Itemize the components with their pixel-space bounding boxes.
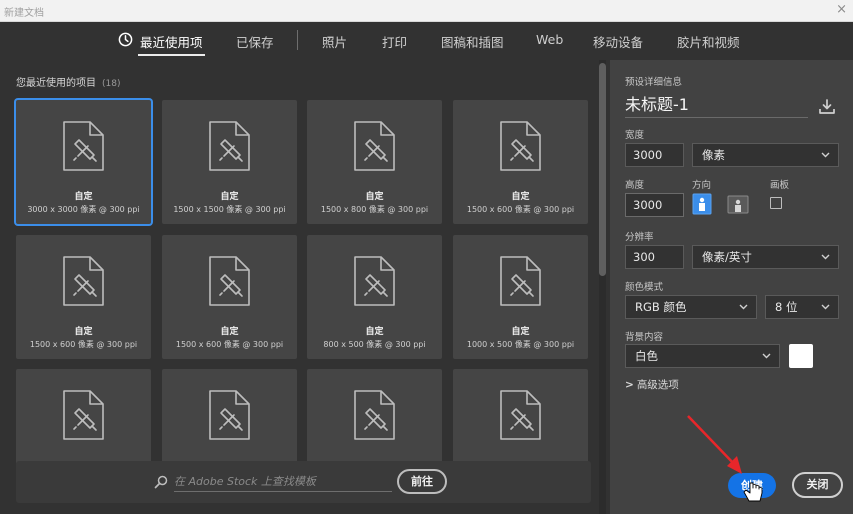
portrait-orientation-icon[interactable] (692, 193, 712, 215)
resolution-input[interactable]: 300 (625, 245, 684, 269)
chevron-down-icon (821, 304, 830, 310)
recent-item-name: 自定 (511, 327, 530, 337)
document-file-icon (209, 256, 250, 306)
create-button[interactable]: 创建 (728, 473, 776, 498)
landscape-orientation-icon[interactable] (727, 193, 749, 215)
document-file-icon (63, 256, 104, 306)
color-mode-select[interactable]: RGB 颜色 (625, 295, 757, 319)
window-close-icon[interactable]: × (836, 2, 847, 17)
document-file-icon (63, 390, 104, 440)
recent-heading: 您最近使用的项目 (18) (16, 74, 120, 89)
tab-print[interactable]: 打印 (382, 32, 407, 51)
resolution-unit-value: 像素/英寸 (702, 250, 752, 264)
recent-item-dimensions: 3000 x 3000 像素 @ 300 ppi (27, 205, 140, 214)
color-mode-label: 颜色模式 (625, 282, 664, 293)
height-label: 高度 (625, 180, 645, 191)
recent-count: (18) (102, 79, 121, 89)
tab-film-video[interactable]: 胶片和视频 (677, 32, 740, 51)
clock-icon (118, 32, 133, 47)
chevron-down-icon (739, 304, 748, 310)
preset-details-panel: 预设详细信息 未标题-1 宽度 3000 像素 高度 方向 画板 3000 分辨… (610, 60, 853, 514)
recent-item-dimensions: 1000 x 500 像素 @ 300 ppi (466, 340, 575, 349)
recent-item-name: 自定 (511, 192, 530, 202)
background-select[interactable]: 白色 (625, 344, 780, 368)
window-title: 新建文档 (4, 8, 44, 19)
recent-item-dimensions: 1500 x 800 像素 @ 300 ppi (320, 205, 429, 214)
recent-item-card[interactable]: 自定 800 x 500 像素 @ 300 ppi (307, 235, 442, 359)
width-unit-select[interactable]: 像素 (692, 143, 839, 167)
document-file-icon (500, 121, 541, 171)
recent-item-card[interactable]: 自定 1500 x 600 像素 @ 300 ppi (453, 100, 588, 224)
document-name-field[interactable]: 未标题-1 (625, 94, 808, 118)
orientation-label: 方向 (692, 180, 712, 191)
recent-item-dimensions: 1500 x 600 像素 @ 300 ppi (29, 340, 138, 349)
chevron-down-icon (821, 254, 830, 260)
recent-item-dimensions: 1500 x 600 像素 @ 300 ppi (466, 205, 575, 214)
background-value: 白色 (635, 349, 658, 363)
recent-item-dimensions: 800 x 500 像素 @ 300 ppi (323, 340, 426, 349)
recent-item-card[interactable]: 自定 3000 x 3000 像素 @ 300 ppi (16, 100, 151, 224)
document-file-icon (500, 390, 541, 440)
document-file-icon (354, 390, 395, 440)
width-label: 宽度 (625, 130, 645, 141)
window-titlebar: 新建文档 × (0, 0, 853, 22)
document-file-icon (63, 121, 104, 171)
close-button[interactable]: 关闭 (792, 472, 843, 498)
recent-item-card[interactable]: 自定 1000 x 500 像素 @ 300 ppi (453, 235, 588, 359)
chevron-down-icon (821, 152, 830, 158)
tab-web[interactable]: Web (536, 32, 563, 47)
recent-item-card[interactable]: 自定 1500 x 800 像素 @ 300 ppi (307, 100, 442, 224)
category-tabs: 最近使用项 已保存 照片 打印 图稿和插图 Web 移动设备 胶片和视频 (0, 22, 853, 60)
stock-search-bar: 前往 (16, 461, 591, 503)
search-icon (154, 475, 168, 489)
width-input[interactable]: 3000 (625, 143, 684, 167)
advanced-options-label: 高级选项 (636, 379, 679, 391)
chevron-right-icon: > (625, 379, 634, 391)
recent-item-dimensions: 1500 x 600 像素 @ 300 ppi (175, 340, 284, 349)
resolution-unit-select[interactable]: 像素/英寸 (692, 245, 839, 269)
recent-item-dimensions: 1500 x 1500 像素 @ 300 ppi (173, 205, 286, 214)
stock-search-input[interactable] (174, 472, 392, 492)
recent-item-card[interactable]: 自定 1500 x 1500 像素 @ 300 ppi (162, 100, 297, 224)
recent-panel: 您最近使用的项目 (18) 自定 3000 x 3000 像素 @ 300 ppi 自… (0, 60, 610, 514)
artboard-checkbox[interactable] (770, 197, 782, 209)
document-file-icon (354, 256, 395, 306)
document-file-icon (209, 121, 250, 171)
recent-item-name: 自定 (365, 327, 384, 337)
recent-item-card[interactable]: 自定 1500 x 600 像素 @ 300 ppi (16, 235, 151, 359)
tab-divider (297, 30, 298, 50)
scrollbar-thumb[interactable] (599, 63, 606, 276)
resolution-label: 分辨率 (625, 232, 654, 243)
height-input[interactable]: 3000 (625, 193, 684, 217)
document-file-icon (500, 256, 541, 306)
document-file-icon (209, 390, 250, 440)
go-button[interactable]: 前往 (397, 469, 447, 494)
recent-item-card[interactable]: 自定 1500 x 600 像素 @ 300 ppi (162, 235, 297, 359)
tab-saved[interactable]: 已保存 (236, 32, 274, 51)
recent-item-name: 自定 (220, 327, 239, 337)
chevron-down-icon (762, 353, 771, 359)
tab-mobile[interactable]: 移动设备 (593, 32, 643, 51)
tab-art-illustration[interactable]: 图稿和插图 (441, 32, 504, 51)
document-file-icon (354, 121, 395, 171)
bit-depth-value: 8 位 (775, 300, 798, 314)
bit-depth-select[interactable]: 8 位 (765, 295, 839, 319)
recent-title: 您最近使用的项目 (16, 78, 96, 89)
color-mode-value: RGB 颜色 (635, 300, 687, 314)
artboard-label: 画板 (770, 180, 790, 191)
preset-section-title: 预设详细信息 (625, 77, 683, 88)
width-unit-value: 像素 (702, 148, 725, 162)
recent-item-name: 自定 (74, 327, 93, 337)
recent-item-name: 自定 (365, 192, 384, 202)
advanced-options-toggle[interactable]: > 高级选项 (625, 377, 679, 392)
save-preset-icon[interactable] (818, 98, 836, 116)
background-color-swatch[interactable] (789, 344, 813, 368)
tab-photo[interactable]: 照片 (322, 32, 347, 51)
recent-item-name: 自定 (220, 192, 239, 202)
tab-recent[interactable]: 最近使用项 (138, 32, 205, 56)
background-label: 背景内容 (625, 332, 664, 343)
recent-item-name: 自定 (74, 192, 93, 202)
